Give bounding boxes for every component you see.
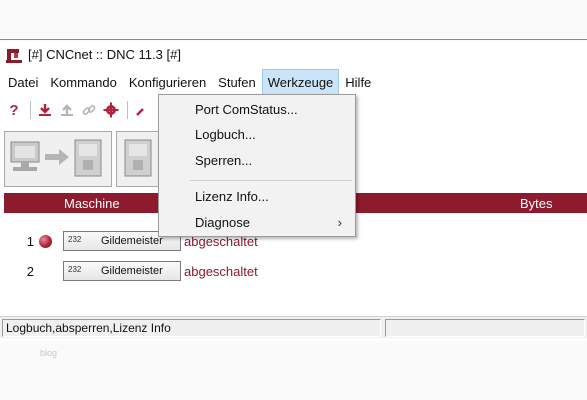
toolbar-separator: [30, 101, 31, 119]
menu-separator: [190, 180, 352, 181]
download-icon[interactable]: [35, 100, 55, 120]
menu-item-sperren[interactable]: Sperren...: [160, 149, 354, 173]
status-indicator-icon: [39, 235, 52, 248]
cnc-machine-icon: [6, 47, 22, 63]
menu-datei[interactable]: Datei: [2, 69, 44, 95]
menu-item-lizenz-info[interactable]: Lizenz Info...: [160, 185, 354, 209]
toolbar-separator: [127, 101, 128, 119]
menu-item-logbuch[interactable]: Logbuch...: [160, 123, 354, 147]
table-row[interactable]: 2 232 Gildemeister abgeschaltet: [0, 260, 587, 284]
column-header-bytes[interactable]: Bytes: [520, 196, 553, 211]
menu-hilfe[interactable]: Hilfe: [339, 69, 377, 95]
menu-item-label: Diagnose: [195, 215, 250, 230]
page-bottom-area: blog: [0, 341, 587, 400]
werkzeuge-dropdown-menu: Port ComStatus... Logbuch... Sperren... …: [158, 94, 356, 237]
menu-werkzeuge[interactable]: Werkzeuge: [261, 69, 340, 95]
menu-item-label: Lizenz Info...: [195, 189, 269, 204]
machine-name: Gildemeister: [101, 235, 163, 247]
pin-icon[interactable]: [132, 100, 152, 120]
column-header-machine[interactable]: Maschine: [64, 196, 120, 211]
port-label: 232: [68, 265, 82, 274]
row-number: 2: [26, 264, 34, 279]
port-label: 232: [68, 235, 82, 244]
menu-item-label: Port ComStatus...: [195, 102, 298, 117]
title-bar: [#] CNCnet :: DNC 11.3 [#]: [0, 41, 587, 68]
menu-stufen[interactable]: Stufen: [212, 69, 262, 95]
status-bar: Logbuch,absperren,Lizenz Info: [0, 316, 587, 338]
faded-text: blog: [40, 348, 58, 358]
status-panel-secondary: [385, 319, 585, 337]
menu-konfigurieren[interactable]: Konfigurieren: [123, 69, 212, 95]
transfer-to-machine-button[interactable]: [4, 131, 112, 187]
settings-gear-icon[interactable]: [101, 100, 121, 120]
menu-bar: Datei Kommando Konfigurieren Stufen Werk…: [0, 69, 587, 95]
status-text: Logbuch,absperren,Lizenz Info: [2, 319, 381, 337]
machine-status: abgeschaltet: [184, 264, 258, 279]
menu-kommando[interactable]: Kommando: [44, 69, 122, 95]
upload-icon[interactable]: [57, 100, 77, 120]
link-icon[interactable]: [79, 100, 99, 120]
transfer-from-machine-button[interactable]: [116, 131, 160, 187]
menu-item-diagnose[interactable]: Diagnose ›: [160, 211, 354, 235]
menu-item-port-comstatus[interactable]: Port ComStatus...: [160, 98, 354, 122]
machine-button[interactable]: 232 Gildemeister: [63, 261, 181, 281]
menu-item-label: Sperren...: [195, 153, 253, 168]
help-icon[interactable]: ?: [4, 100, 24, 120]
page-top-margin: [0, 0, 587, 40]
window-title: [#] CNCnet :: DNC 11.3 [#]: [28, 47, 181, 62]
menu-item-label: Logbuch...: [195, 127, 256, 142]
machine-name: Gildemeister: [101, 265, 163, 277]
submenu-arrow-icon: ›: [337, 215, 342, 230]
row-number: 1: [26, 234, 34, 249]
